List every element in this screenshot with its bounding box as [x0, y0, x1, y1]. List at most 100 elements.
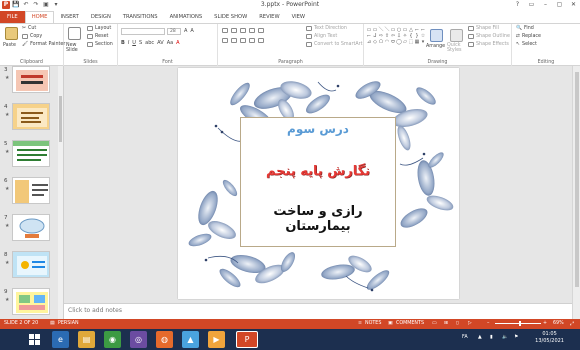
- fit-slide-icon[interactable]: ⤢: [570, 321, 574, 327]
- tab-view[interactable]: VIEW: [286, 11, 312, 23]
- tab-slide-show[interactable]: SLIDE SHOW: [208, 11, 253, 23]
- photos-icon[interactable]: ▲: [182, 331, 199, 348]
- maximize-button[interactable]: ▢: [555, 0, 564, 10]
- player-icon[interactable]: ▶: [208, 331, 225, 348]
- file-explorer-icon[interactable]: ▤: [78, 331, 95, 348]
- slide-thumbnail[interactable]: 5 ★: [2, 140, 60, 170]
- align-center-icon[interactable]: [231, 38, 237, 43]
- slide-thumbnail[interactable]: 6 ★: [2, 177, 60, 207]
- paste-button[interactable]: Paste: [3, 43, 16, 48]
- convert-smartart-button[interactable]: Convert to SmartArt: [306, 42, 362, 47]
- proofing-icon[interactable]: ▤: [50, 321, 55, 326]
- tray-up-arrow-icon[interactable]: ▲: [478, 335, 482, 340]
- tab-animations[interactable]: ANIMATIONS: [164, 11, 209, 23]
- new-slide-button[interactable]: New Slide: [66, 43, 84, 53]
- align-text-button[interactable]: Align Text: [306, 34, 337, 39]
- tab-review[interactable]: REVIEW: [253, 11, 285, 23]
- numbering-icon[interactable]: [231, 28, 237, 33]
- select-button[interactable]: ↖ Select: [516, 42, 537, 47]
- font-name-field[interactable]: [121, 28, 165, 35]
- powerpoint-task-icon[interactable]: P: [236, 331, 258, 348]
- zoom-level[interactable]: 69%: [553, 321, 564, 326]
- font-color-button[interactable]: A: [176, 40, 179, 46]
- ie-icon[interactable]: e: [52, 331, 69, 348]
- replace-button[interactable]: ⇄ Replace: [516, 34, 541, 39]
- tab-home[interactable]: HOME: [24, 11, 55, 23]
- shape-fill-button[interactable]: Shape Fill: [468, 26, 499, 31]
- bold-button[interactable]: B: [121, 40, 125, 46]
- notes-toggle[interactable]: NOTES: [365, 321, 381, 326]
- quick-styles-button[interactable]: Quick Styles: [447, 43, 465, 53]
- italic-button[interactable]: I: [128, 40, 129, 46]
- find-button[interactable]: 🔍 Find: [516, 26, 534, 31]
- notes-pane[interactable]: Click to add notes: [64, 303, 572, 319]
- network-icon[interactable]: ▮: [490, 335, 493, 340]
- increase-indent-icon[interactable]: [249, 28, 255, 33]
- shapes-gallery[interactable]: ▭ ▭ ＼ ＼ ▭ ○ ▭ △ ⌐ ⌐ ⌐ ᒍ ⇨ ⇧ ⇦ ⇩ ✧{} ☆ ⊿ ◇ ⬠ ◠ ⬭ ◯ ▱ ⬚ ▦ ▾: [366, 27, 428, 51]
- slide-thumbnail[interactable]: 3 ★: [2, 66, 60, 96]
- change-case-button[interactable]: Aa: [167, 40, 173, 46]
- decrease-indent-icon[interactable]: [240, 28, 246, 33]
- columns-icon[interactable]: [258, 38, 264, 43]
- layout-button[interactable]: Layout: [87, 26, 111, 31]
- chrome-icon[interactable]: ◉: [104, 331, 121, 348]
- slide-thumbnail[interactable]: 9 ★: [2, 288, 60, 318]
- copy-button[interactable]: Copy: [22, 34, 42, 39]
- slide-lesson-title[interactable]: رازی و ساخت بیمارستان: [241, 204, 395, 234]
- justify-icon[interactable]: [249, 38, 255, 43]
- shape-outline-button[interactable]: Shape Outline: [468, 34, 510, 39]
- zoom-out-icon[interactable]: –: [487, 321, 489, 326]
- arrange-button[interactable]: Arrange: [426, 44, 445, 49]
- strikethrough-button[interactable]: S: [139, 40, 142, 46]
- firefox-icon[interactable]: ◍: [156, 331, 173, 348]
- help-button[interactable]: ?: [513, 0, 522, 10]
- thumbnail-scrollbar[interactable]: [58, 66, 63, 319]
- bullets-icon[interactable]: [222, 28, 228, 33]
- format-painter-button[interactable]: 🖌 Format Painter: [22, 42, 65, 47]
- underline-button[interactable]: U: [132, 40, 136, 46]
- align-right-icon[interactable]: [240, 38, 246, 43]
- ribbon-display-button[interactable]: ▭: [527, 0, 536, 10]
- slide-thumbnail[interactable]: 4 ★: [2, 103, 60, 133]
- tab-transitions[interactable]: TRANSITIONS: [117, 11, 164, 23]
- volume-icon[interactable]: 🔈: [502, 335, 508, 340]
- taskbar-clock[interactable]: 01:05 13/05/2021: [535, 331, 564, 345]
- slide-scrollbar[interactable]: [572, 66, 580, 319]
- reset-button[interactable]: Reset: [87, 34, 108, 39]
- section-button[interactable]: Section: [87, 42, 113, 47]
- shape-effects-button[interactable]: Shape Effects: [468, 42, 509, 47]
- line-spacing-icon[interactable]: [258, 28, 264, 33]
- slide-thumbnail[interactable]: 8 ★: [2, 251, 60, 281]
- minimize-button[interactable]: –: [541, 0, 550, 10]
- media-icon[interactable]: ◎: [130, 331, 147, 348]
- flag-icon[interactable]: ⚑: [514, 335, 518, 340]
- tab-file[interactable]: FILE: [0, 11, 25, 23]
- slide-subject-title[interactable]: نگارش پایه پنجم: [241, 164, 395, 179]
- windows-start-icon[interactable]: [26, 331, 43, 348]
- text-direction-button[interactable]: Text Direction: [306, 26, 347, 31]
- scrollbar-thumb[interactable]: [59, 96, 62, 142]
- slideshow-view-icon[interactable]: ▷: [468, 321, 472, 326]
- slide-lesson-heading[interactable]: درس سوم: [241, 122, 395, 136]
- grow-font-button[interactable]: A: [184, 28, 187, 34]
- reading-view-icon[interactable]: ▯: [456, 321, 459, 326]
- slide-sorter-icon[interactable]: ⊞: [444, 321, 448, 326]
- tab-insert[interactable]: INSERT: [54, 11, 84, 23]
- shadow-button[interactable]: abc: [145, 40, 154, 46]
- zoom-in-icon[interactable]: +: [543, 321, 547, 326]
- shrink-font-button[interactable]: A: [190, 28, 193, 34]
- language-indicator[interactable]: PERSIAN: [58, 321, 79, 326]
- scrollbar-thumb[interactable]: [575, 72, 579, 287]
- align-left-icon[interactable]: [222, 38, 228, 43]
- current-slide[interactable]: درس سوم نگارش پایه پنجم رازی و ساخت بیما…: [178, 68, 459, 299]
- font-size-field[interactable]: 28: [167, 28, 181, 35]
- close-button[interactable]: ✕: [569, 0, 578, 10]
- zoom-slider-handle[interactable]: [519, 321, 521, 326]
- zoom-slider[interactable]: [495, 323, 541, 324]
- tray-language[interactable]: FA: [462, 335, 468, 340]
- normal-view-icon[interactable]: ▭: [432, 321, 437, 326]
- comments-toggle[interactable]: COMMENTS: [396, 321, 424, 326]
- tab-design[interactable]: DESIGN: [85, 11, 117, 23]
- char-spacing-button[interactable]: AV: [157, 40, 164, 46]
- cut-button[interactable]: ✂ Cut: [22, 26, 36, 31]
